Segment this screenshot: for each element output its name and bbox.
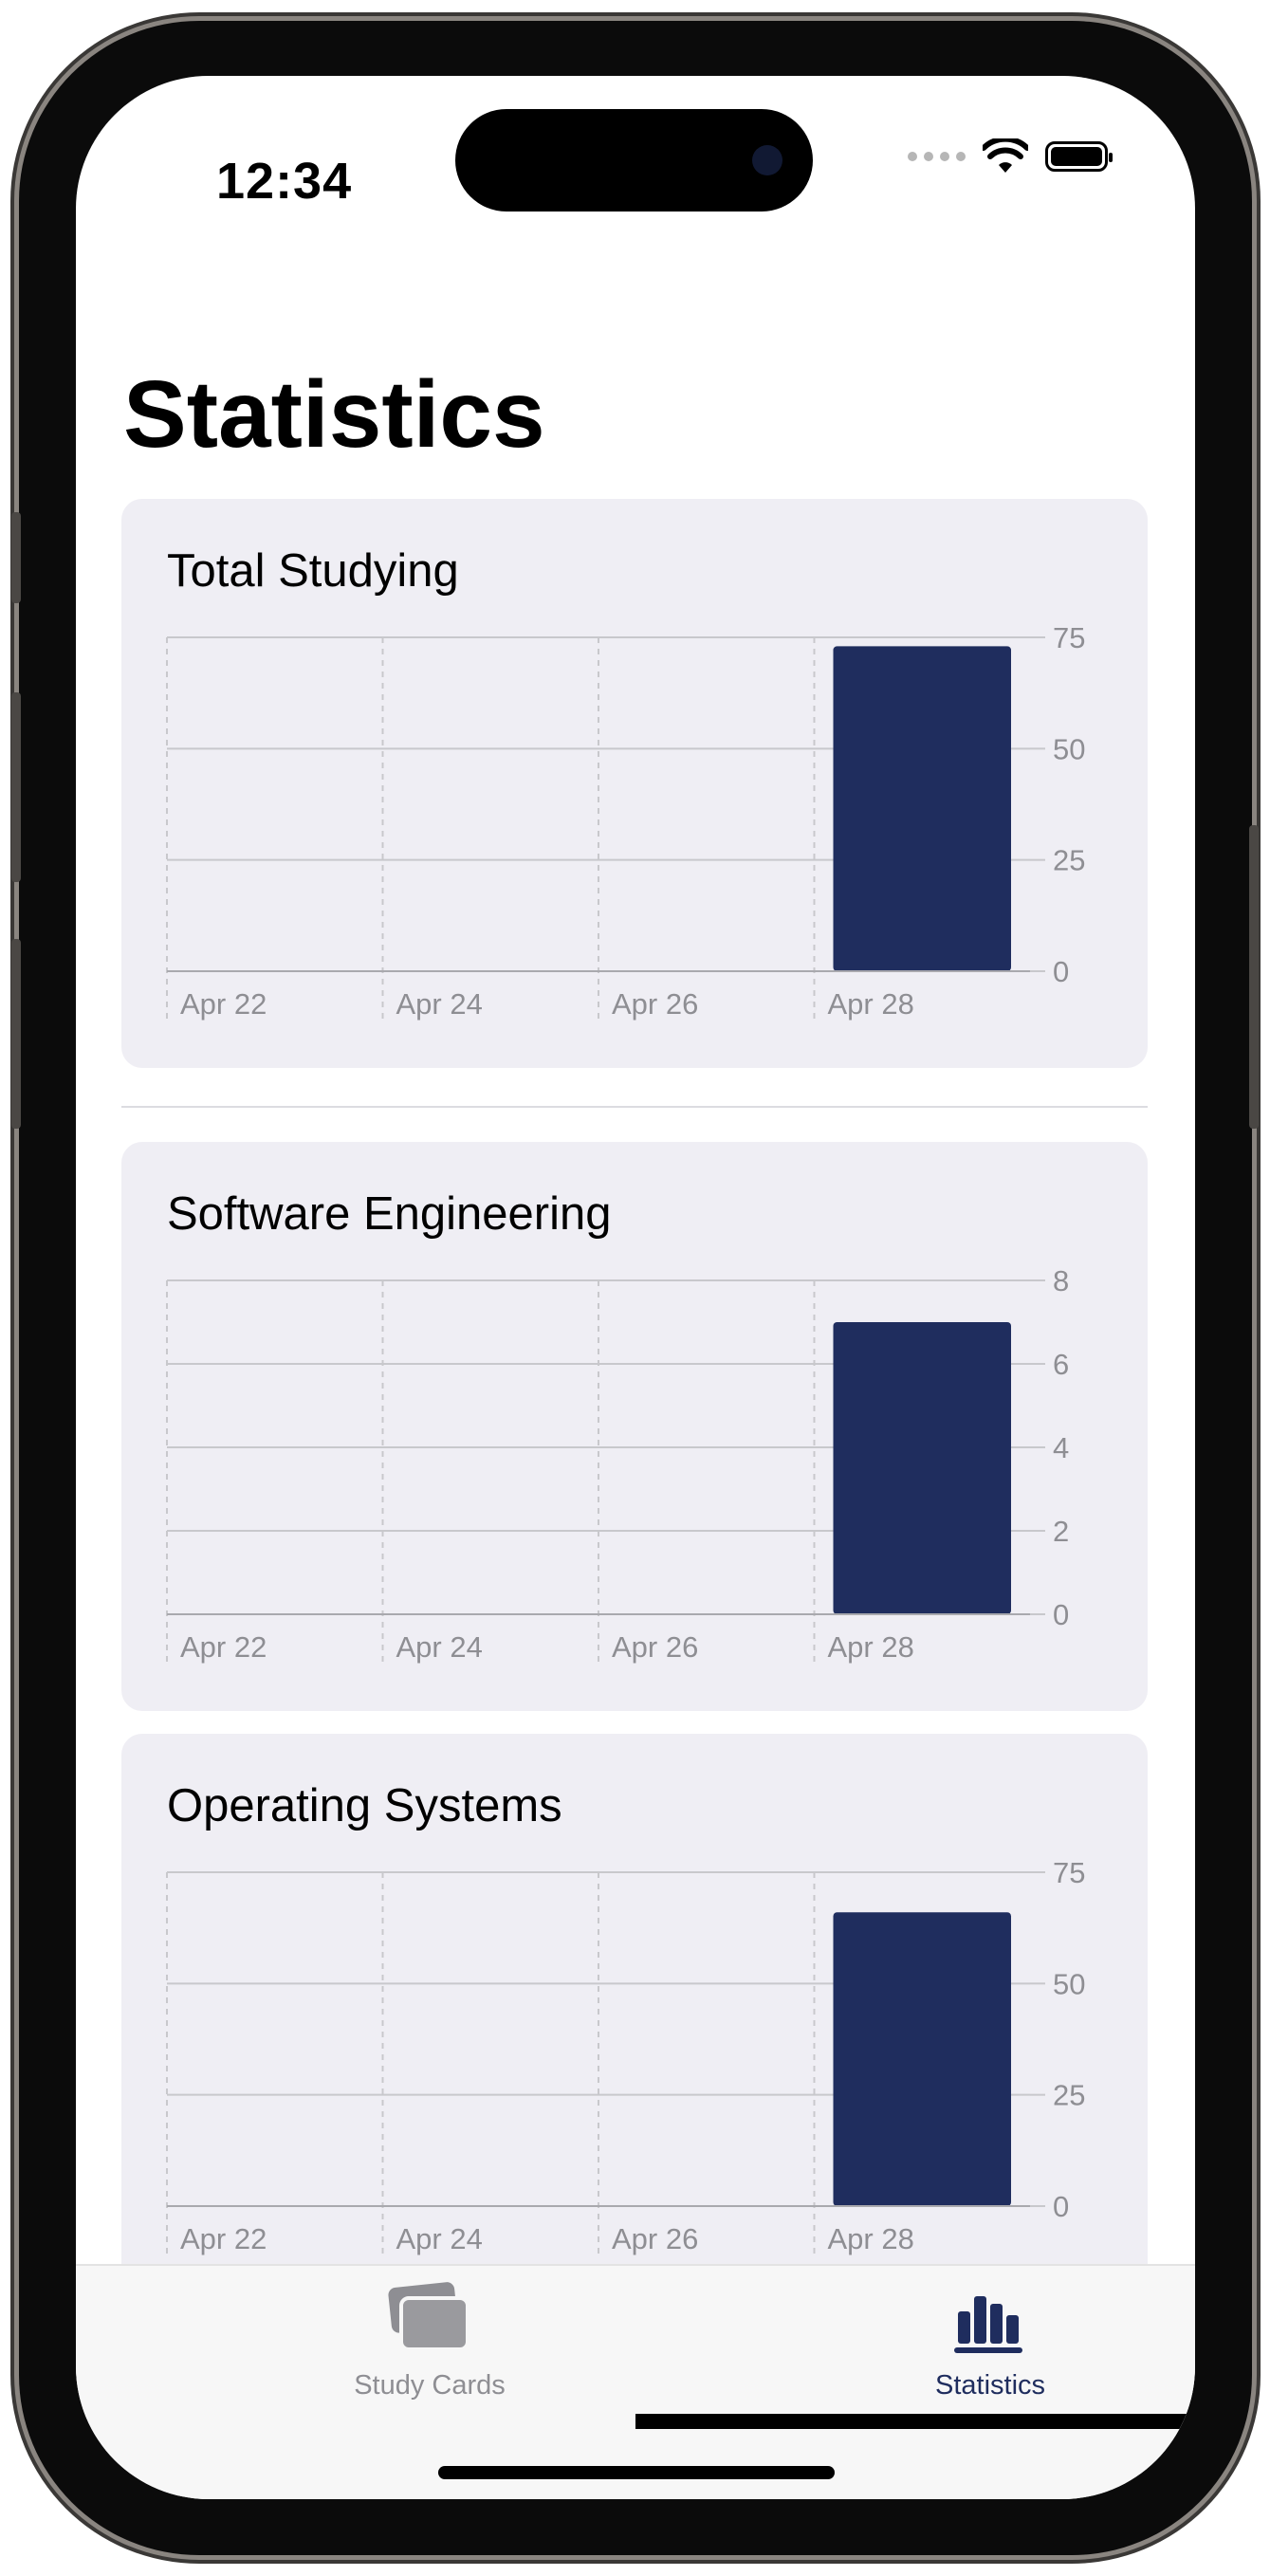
action-button bbox=[11, 512, 21, 603]
x-tick-label: Apr 28 bbox=[828, 987, 914, 1021]
x-tick-label: Apr 22 bbox=[180, 987, 267, 1021]
y-tick-label: 6 bbox=[1053, 1348, 1069, 1381]
chart-card-operating-systems: Operating Systems 0 25 50 75 Apr 22 Apr 24 Apr… bbox=[121, 1734, 1148, 2303]
cellular-signal-icon bbox=[908, 152, 966, 161]
x-tick-label: Apr 28 bbox=[828, 1630, 914, 1664]
x-tick-label: Apr 24 bbox=[396, 987, 483, 1021]
x-tick-label: Apr 24 bbox=[396, 2222, 483, 2255]
dynamic-island bbox=[455, 109, 813, 212]
volume-down-button bbox=[11, 939, 21, 1129]
bar bbox=[833, 1912, 1011, 2206]
y-tick-label: 25 bbox=[1053, 2079, 1085, 2112]
camera-icon bbox=[752, 145, 782, 175]
bar-chart-total-studying: 0 25 50 75 Apr 22 Apr 24 Apr 26 Apr 28 bbox=[166, 621, 1085, 1021]
status-indicators bbox=[908, 138, 1113, 175]
battery-icon bbox=[1045, 141, 1113, 172]
y-tick-label: 0 bbox=[1053, 955, 1069, 988]
y-tick-label: 50 bbox=[1053, 1967, 1085, 2000]
x-tick-label: Apr 26 bbox=[612, 1630, 698, 1664]
tab-bar: Study Cards Statistics bbox=[76, 2264, 1195, 2499]
overlay-bar bbox=[635, 2414, 1195, 2429]
chart-card-total-studying: Total Studying 0 25 50 75 Apr 22 Apr 24 Apr 26… bbox=[121, 499, 1148, 1068]
bar bbox=[833, 1322, 1011, 1614]
y-tick-label: 75 bbox=[1053, 1856, 1085, 1889]
side-button bbox=[1249, 825, 1259, 1129]
y-tick-label: 25 bbox=[1053, 844, 1085, 877]
x-tick-label: Apr 22 bbox=[180, 2222, 267, 2255]
y-tick-label: 0 bbox=[1053, 1598, 1069, 1631]
cards-icon bbox=[388, 2282, 469, 2351]
status-time: 12:34 bbox=[216, 153, 353, 210]
screen: 12:34 Statistics Total Studying 0 25 50 75 A… bbox=[76, 76, 1195, 2499]
bar-chart-operating-systems: 0 25 50 75 Apr 22 Apr 24 Apr 26 Apr 28 bbox=[166, 1856, 1085, 2255]
tab-label: Statistics bbox=[934, 2370, 1046, 2401]
y-tick-label: 0 bbox=[1053, 2190, 1069, 2223]
bar-chart-software-engineering: 0 2 4 6 8 Apr 22 Apr 24 Apr 26 Apr 28 bbox=[166, 1264, 1069, 1664]
x-tick-label: Apr 22 bbox=[180, 1630, 267, 1664]
bar-chart-icon bbox=[954, 2296, 1022, 2353]
x-tick-label: Apr 26 bbox=[612, 987, 698, 1021]
wifi-icon bbox=[983, 138, 1028, 173]
home-indicator bbox=[438, 2466, 835, 2479]
x-tick-label: Apr 28 bbox=[828, 2222, 914, 2255]
page-title: Statistics bbox=[123, 361, 545, 468]
y-tick-label: 4 bbox=[1053, 1431, 1069, 1464]
y-tick-label: 2 bbox=[1053, 1515, 1069, 1548]
bar bbox=[833, 646, 1011, 971]
x-tick-label: Apr 26 bbox=[612, 2222, 698, 2255]
y-tick-label: 50 bbox=[1053, 732, 1085, 765]
x-tick-label: Apr 24 bbox=[396, 1630, 483, 1664]
volume-up-button bbox=[11, 692, 21, 882]
tab-label: Study Cards bbox=[354, 2370, 506, 2401]
section-divider bbox=[121, 1106, 1148, 1108]
y-tick-label: 75 bbox=[1053, 621, 1085, 654]
y-tick-label: 8 bbox=[1053, 1264, 1069, 1297]
chart-card-software-engineering: Software Engineering 0 2 4 6 8 Apr 22 Apr 24 Ap… bbox=[121, 1142, 1148, 1711]
